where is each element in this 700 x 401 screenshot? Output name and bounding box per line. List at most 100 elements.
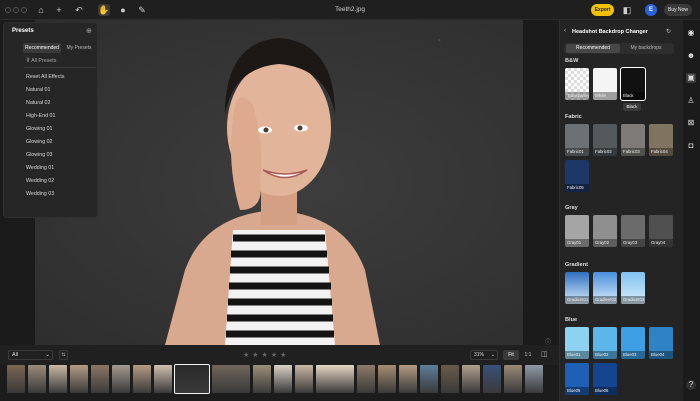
back-chevron-icon[interactable]: ‹ [564, 28, 566, 34]
photo-canvas[interactable] [35, 20, 523, 345]
crop-icon[interactable]: ⊠ [686, 118, 696, 128]
face-icon[interactable]: ☻ [686, 51, 696, 61]
backdrop-swatch[interactable]: Gradient02 [593, 272, 617, 304]
swatch-label: Gradient03 [621, 296, 645, 304]
fit-button[interactable]: Fit [503, 350, 519, 360]
preset-item[interactable]: Wedding 03 [26, 191, 54, 197]
clothing-icon[interactable]: ♙ [686, 96, 696, 106]
tab-my-presets[interactable]: My Presets [64, 43, 94, 53]
tab-my-backdrops[interactable]: My backdrops [621, 44, 671, 53]
camera-icon[interactable]: ◘ [686, 141, 696, 151]
filter-select[interactable]: All ⌄ [8, 350, 53, 360]
window-zoom-button[interactable] [21, 7, 27, 13]
home-icon[interactable]: ⌂ [35, 4, 47, 16]
preset-item[interactable]: Glowing 01 [26, 126, 53, 132]
preset-item[interactable]: Wedding 02 [26, 178, 54, 184]
backdrop-swatch[interactable]: Blue06 [593, 363, 617, 395]
backdrop-swatch[interactable]: Gradient01 [565, 272, 589, 304]
presets-title: Presets [12, 28, 34, 34]
filmstrip-thumbnail[interactable] [49, 365, 67, 393]
zoom-value: 31% [474, 352, 485, 358]
filmstrip-thumbnail[interactable] [253, 365, 271, 393]
filmstrip-thumbnail[interactable] [316, 365, 354, 393]
filmstrip-thumbnail[interactable] [91, 365, 109, 393]
all-presets-filter[interactable]: ⊽ All Presets [26, 58, 56, 64]
filmstrip-thumbnail[interactable] [441, 365, 459, 393]
window-minimize-button[interactable] [13, 7, 19, 13]
filmstrip-thumbnail[interactable] [378, 365, 396, 393]
filmstrip-thumbnail[interactable] [174, 364, 210, 394]
buy-now-button[interactable]: Buy Now [664, 4, 692, 16]
filmstrip-thumbnail[interactable] [28, 365, 46, 393]
backdrop-icon[interactable]: ▣ [686, 73, 696, 83]
add-icon[interactable]: + [53, 4, 65, 16]
backdrop-swatch[interactable]: White [593, 68, 617, 100]
swatch-label: Blue05 [565, 387, 589, 395]
backdrop-swatch[interactable]: Fabric02 [593, 124, 617, 156]
swatch-label: Gray01 [565, 239, 589, 247]
hand-tool-icon[interactable]: ✋ [98, 4, 110, 16]
backdrop-swatch[interactable]: Black [620, 67, 646, 101]
backdrop-swatch[interactable]: Gradient03 [621, 272, 645, 304]
portrait-photo [165, 38, 380, 345]
add-preset-icon[interactable]: ⊕ [86, 27, 92, 35]
filmstrip-thumbnail[interactable] [462, 365, 480, 393]
backdrop-swatch[interactable]: Gray01 [565, 215, 589, 247]
swatch-label: Gradient02 [593, 296, 617, 304]
filmstrip-thumbnail[interactable] [483, 365, 501, 393]
backdrop-swatch[interactable]: Gray04 [649, 215, 673, 247]
filmstrip-thumbnail[interactable] [274, 365, 292, 393]
preset-item[interactable]: Natural 01 [26, 87, 50, 93]
swatch-label: Black [621, 92, 645, 100]
filmstrip-thumbnail[interactable] [112, 365, 130, 393]
backdrop-swatch[interactable]: Fabric01 [565, 124, 589, 156]
preset-item[interactable]: High-End 01 [26, 113, 55, 119]
undo-icon[interactable]: ↶ [73, 4, 85, 16]
preset-item[interactable]: Glowing 02 [26, 139, 53, 145]
backdrop-swatch[interactable]: Blue04 [649, 327, 673, 359]
preset-item[interactable]: Natural 02 [26, 100, 50, 106]
filmstrip-thumbnail[interactable] [525, 365, 543, 393]
backdrop-swatch[interactable]: Transparent [565, 68, 589, 100]
help-icon[interactable]: ? [686, 380, 696, 390]
section-title: Gradient [565, 262, 589, 268]
filmstrip-thumbnail[interactable] [399, 365, 417, 393]
filmstrip-thumbnail[interactable] [504, 365, 522, 393]
tab-recommended-backdrops[interactable]: Recommended [566, 44, 620, 53]
panel-toggle-icon[interactable]: ◫ [541, 350, 548, 358]
preset-item[interactable]: Wedding 01 [26, 165, 54, 171]
preset-item[interactable]: Reset All Effects [26, 74, 64, 80]
filmstrip-thumbnail[interactable] [357, 365, 375, 393]
backdrop-swatch[interactable]: Blue05 [565, 363, 589, 395]
eye-icon[interactable]: ◉ [686, 28, 696, 38]
filmstrip-thumbnail[interactable] [70, 365, 88, 393]
filmstrip-thumbnail[interactable] [295, 365, 313, 393]
eraser-icon[interactable]: ✎ [136, 4, 148, 16]
backdrop-swatch[interactable]: Blue02 [593, 327, 617, 359]
zoom-select[interactable]: 31% ⌄ [470, 350, 498, 360]
backdrop-swatch[interactable]: Fabric04 [649, 124, 673, 156]
preset-item[interactable]: Glowing 03 [26, 152, 53, 158]
backdrop-swatch[interactable]: Fabric05 [565, 160, 589, 192]
rating-stars[interactable]: ★★★★★ [243, 351, 289, 359]
filmstrip-thumbnail[interactable] [154, 365, 172, 393]
tab-recommended[interactable]: Recommended [23, 43, 61, 53]
swatch-label: Gray03 [621, 239, 645, 247]
backdrop-swatch[interactable]: Blue03 [621, 327, 645, 359]
compare-icon[interactable]: ◧ [621, 4, 633, 16]
one-to-one-button[interactable]: 1:1 [521, 350, 535, 360]
reset-icon[interactable]: ↻ [666, 28, 671, 35]
backdrop-swatch[interactable]: Blue01 [565, 327, 589, 359]
window-close-button[interactable] [5, 7, 11, 13]
backdrop-swatch[interactable]: Fabric03 [621, 124, 645, 156]
retouch-icon[interactable]: ● [117, 4, 129, 16]
filmstrip-thumbnail[interactable] [133, 365, 151, 393]
backdrop-swatch[interactable]: Gray02 [593, 215, 617, 247]
filmstrip-thumbnail[interactable] [212, 365, 250, 393]
filmstrip-thumbnail[interactable] [7, 365, 25, 393]
avatar[interactable]: E [645, 4, 657, 16]
sort-icon[interactable]: ⇅ [59, 350, 68, 360]
filmstrip-thumbnail[interactable] [420, 365, 438, 393]
export-button[interactable]: Export [591, 4, 614, 16]
backdrop-swatch[interactable]: Gray03 [621, 215, 645, 247]
